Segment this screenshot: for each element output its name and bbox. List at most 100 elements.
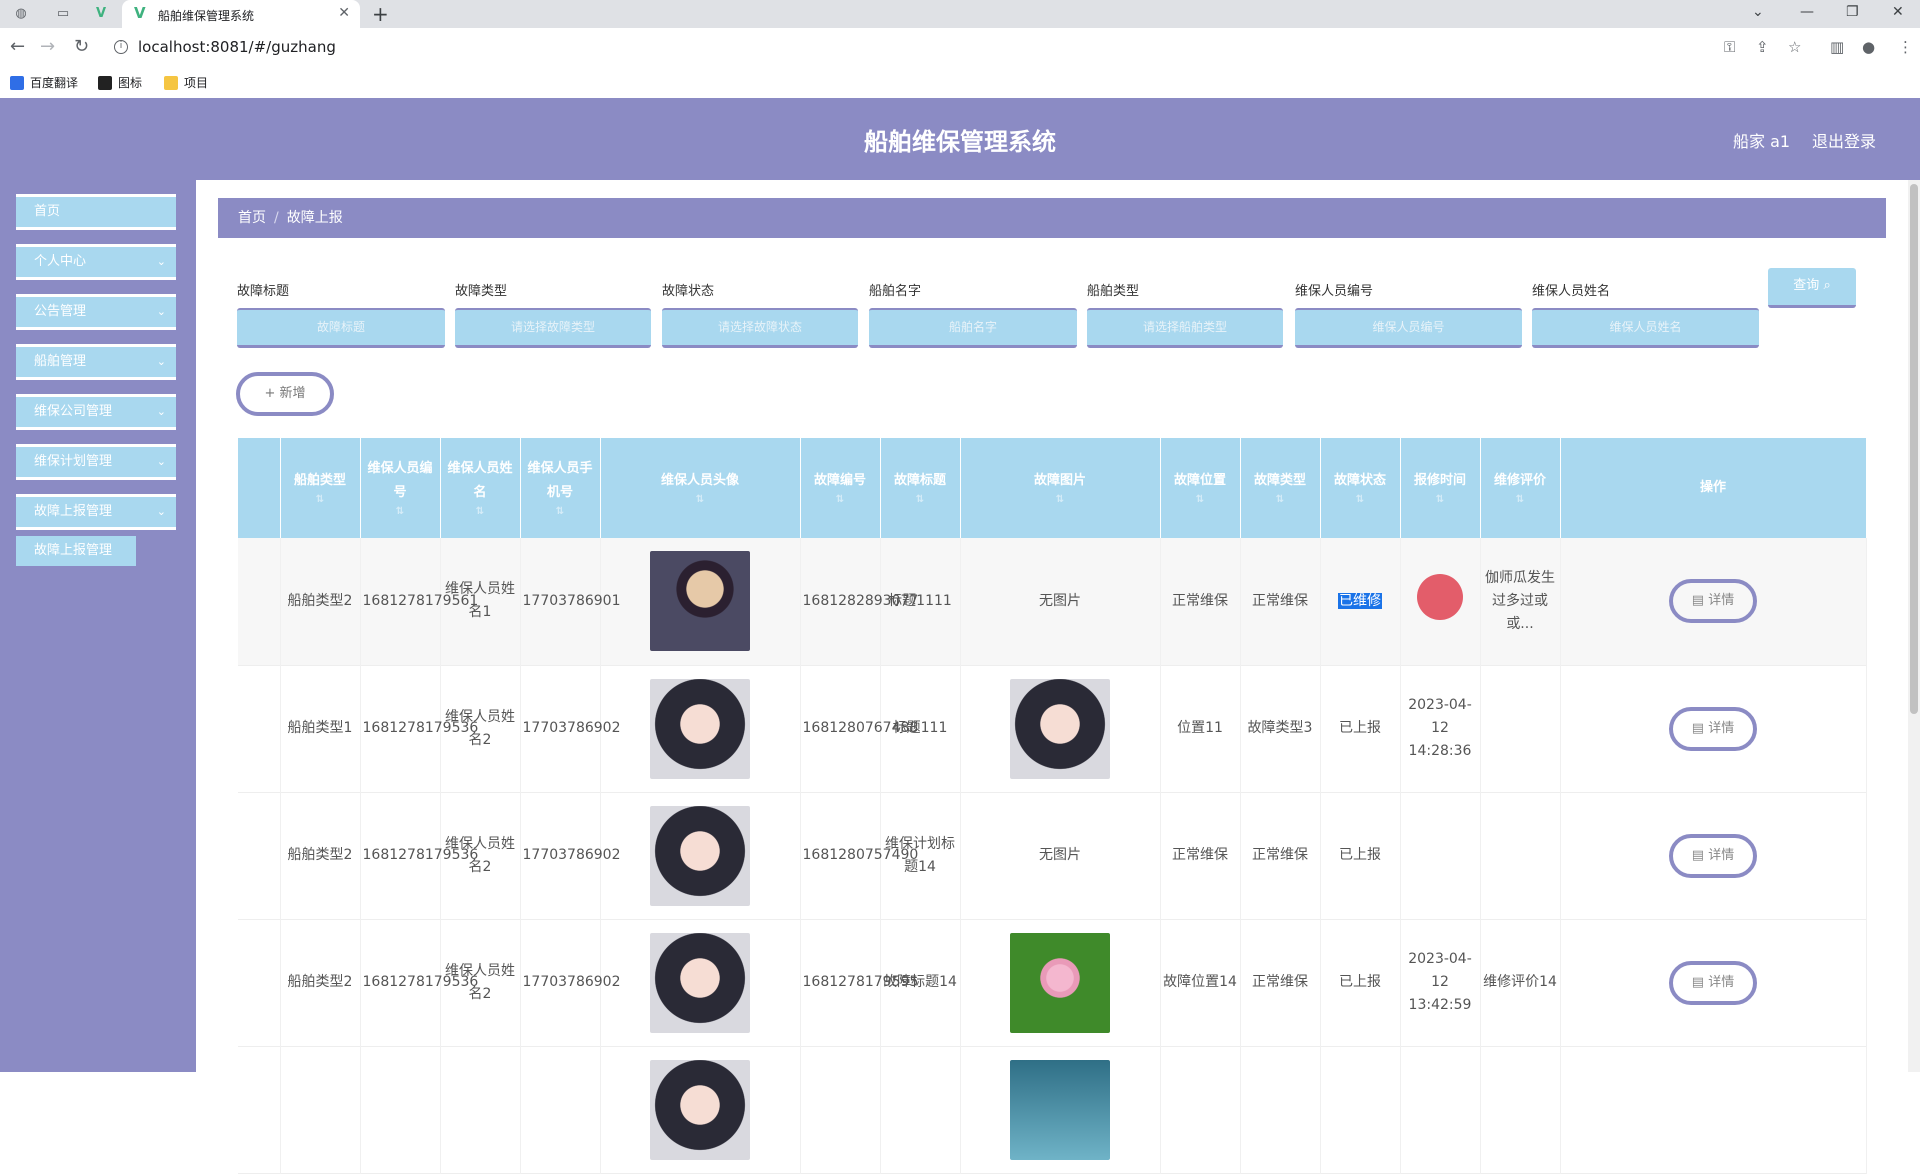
staff-avatar-image[interactable] (650, 551, 750, 652)
filter-staff-name-input[interactable]: 维保人员姓名 (1532, 308, 1759, 348)
cell-ship-type: 船舶类型1 (280, 665, 361, 792)
side-panel-icon[interactable]: ▥ (1830, 38, 1844, 56)
bookmark-baidu-translate[interactable]: 百度翻译 (10, 74, 78, 91)
chevron-down-icon: ⌄ (156, 355, 166, 368)
detail-button[interactable]: ▤ 详情 (1669, 960, 1757, 1005)
table-header[interactable]: 故障编号 ⇅ (800, 438, 881, 538)
table-header[interactable]: 维保人员编号 ⇅ (360, 438, 441, 538)
table-row[interactable]: 船舶类型2 1681278179536 维保人员姓名2 17703786902 … (238, 919, 1867, 1046)
filter-type-select[interactable]: 请选择故障类型 (455, 308, 651, 348)
filter-label-staff-name: 维保人员姓名 (1532, 284, 1611, 299)
cell-select[interactable] (238, 792, 281, 919)
detail-button[interactable]: ▤ 详情 (1669, 833, 1757, 878)
fault-image[interactable] (1010, 1059, 1110, 1160)
table-header[interactable]: 故障位置 ⇅ (1160, 438, 1241, 538)
sidebar-subitem-fault-report[interactable]: 故障上报管理 (16, 536, 136, 566)
tab-search-chevron-icon[interactable]: ⌄ (1752, 4, 1764, 20)
current-user[interactable]: 船家 a1 (1733, 128, 1790, 152)
cell-status: 已维修 (1320, 538, 1401, 665)
browser-tab-active[interactable]: V 船舶维保管理系统 ✕ (122, 0, 360, 28)
table-header[interactable]: 故障图片 ⇅ (960, 438, 1161, 538)
table-header[interactable]: 故障类型 ⇅ (1240, 438, 1321, 538)
sort-icon: ⇅ (1275, 494, 1285, 505)
key-icon[interactable]: ⚿ (1724, 38, 1735, 56)
filter-staff-no-input[interactable]: 维保人员编号 (1295, 308, 1522, 348)
fault-image[interactable] (1010, 678, 1110, 779)
sidebar-item-plan[interactable]: 维保计划管理 ⌄ (16, 444, 176, 480)
bookmark-star-icon[interactable]: ☆ (1788, 38, 1801, 56)
cell-select[interactable] (238, 538, 281, 665)
filter-label-type: 故障类型 (455, 284, 508, 299)
table-header[interactable]: 故障状态 ⇅ (1320, 438, 1401, 538)
cell-location: 正常维保 (1160, 538, 1241, 665)
vue-logo-icon: V (134, 4, 146, 22)
sidebar-item-fault[interactable]: 故障上报管理 ⌄ (16, 494, 176, 530)
table-header[interactable]: 船舶类型 ⇅ (280, 438, 361, 538)
profile-icon[interactable]: ● (1862, 38, 1875, 56)
cell-fault-type: 故障类型3 (1240, 665, 1321, 792)
fault-image[interactable] (1010, 932, 1110, 1033)
table-header[interactable]: 故障标题 ⇅ (880, 438, 961, 538)
sort-icon: ⇅ (315, 494, 325, 505)
close-window-icon[interactable]: ✕ (1892, 4, 1904, 20)
blank-tab-icon[interactable]: ▭ (52, 4, 74, 24)
filter-status-select[interactable]: 请选择故障状态 (662, 308, 858, 348)
table-header[interactable]: 维修评价 ⇅ (1480, 438, 1561, 538)
breadcrumb-home[interactable]: 首页 (238, 210, 266, 226)
bookmark-project[interactable]: 项目 (164, 74, 208, 91)
globe-icon[interactable]: ◍ (10, 4, 32, 24)
sort-icon: ⇅ (1195, 494, 1205, 505)
detail-button[interactable]: ▤ 详情 (1669, 706, 1757, 751)
cell-select[interactable] (238, 919, 281, 1046)
site-info-icon[interactable]: i (114, 40, 128, 54)
restore-icon[interactable]: ❐ (1846, 4, 1859, 20)
close-tab-icon[interactable]: ✕ (338, 5, 350, 21)
filter-ship-name-input[interactable]: 船舶名字 (869, 308, 1077, 348)
back-icon[interactable]: ← (10, 37, 25, 57)
sort-icon: ⇅ (1435, 494, 1445, 505)
page-scrollbar[interactable] (1908, 180, 1920, 1072)
staff-avatar-image[interactable] (650, 805, 750, 906)
staff-avatar-image[interactable] (650, 1059, 750, 1160)
menu-kebab-icon[interactable]: ⋮ (1898, 38, 1913, 56)
scrollbar-thumb[interactable] (1910, 184, 1918, 714)
filter-title-input[interactable]: 故障标题 (237, 308, 445, 348)
sidebar-item-company[interactable]: 维保公司管理 ⌄ (16, 394, 176, 430)
forward-icon[interactable]: → (40, 37, 55, 57)
table-header[interactable]: 报修时间 ⇅ (1400, 438, 1481, 538)
detail-button[interactable]: ▤ 详情 (1669, 579, 1757, 624)
filter-ship-type-select[interactable]: 请选择船舶类型 (1087, 308, 1283, 348)
cell-staff-no: 1681278179536 (360, 919, 478, 1046)
bookmarks-bar: 百度翻译 图标 项目 (0, 68, 1920, 98)
app-title: 船舶维保管理系统 (864, 128, 1056, 156)
add-button[interactable]: + 新增 (236, 372, 334, 416)
sidebar-item-home[interactable]: 首页 (16, 194, 176, 230)
bookmark-icons[interactable]: 图标 (98, 74, 142, 91)
url-field[interactable]: localhost:8081/#/guzhang (138, 38, 336, 56)
table-row[interactable]: 船舶类型2 1681278179536 维保人员姓名2 17703786902 … (238, 792, 1867, 919)
cell-select[interactable] (238, 665, 281, 792)
logout-link[interactable]: 退出登录 (1812, 128, 1876, 152)
minimize-icon[interactable]: — (1800, 4, 1814, 20)
table-row[interactable]: 船舶类型2 1681278179561 维保人员姓名1 17703786901 … (238, 538, 1867, 665)
sort-icon: ⇅ (1515, 494, 1525, 505)
table-header[interactable]: 维保人员姓名 ⇅ (440, 438, 521, 538)
table-header[interactable]: 维保人员手机号 ⇅ (520, 438, 601, 538)
sidebar-item-personal[interactable]: 个人中心 ⌄ (16, 244, 176, 280)
share-icon[interactable]: ⇪ (1756, 38, 1769, 56)
staff-avatar-image[interactable] (650, 932, 750, 1033)
table-row[interactable]: 船舶类型1 1681278179536 维保人员姓名2 17703786902 … (238, 665, 1867, 792)
table-row-partial[interactable] (238, 1046, 1867, 1173)
cell-review: 伽师瓜发生过多过或或... (1480, 538, 1561, 665)
cell-phone: 17703786902 (520, 665, 620, 792)
cell-actions: ▤ 详情 (1560, 919, 1867, 1046)
vue-logo-icon[interactable]: V (90, 4, 112, 24)
query-button[interactable]: 查询 ⌕ (1768, 268, 1856, 308)
sidebar-item-ship[interactable]: 船舶管理 ⌄ (16, 344, 176, 380)
new-tab-icon[interactable]: + (372, 2, 389, 26)
sidebar-item-notice[interactable]: 公告管理 ⌄ (16, 294, 176, 330)
reload-icon[interactable]: ↻ (74, 37, 89, 57)
staff-avatar-image[interactable] (650, 678, 750, 779)
cell-actions: ▤ 详情 (1560, 665, 1867, 792)
table-header[interactable]: 维保人员头像 ⇅ (600, 438, 801, 538)
